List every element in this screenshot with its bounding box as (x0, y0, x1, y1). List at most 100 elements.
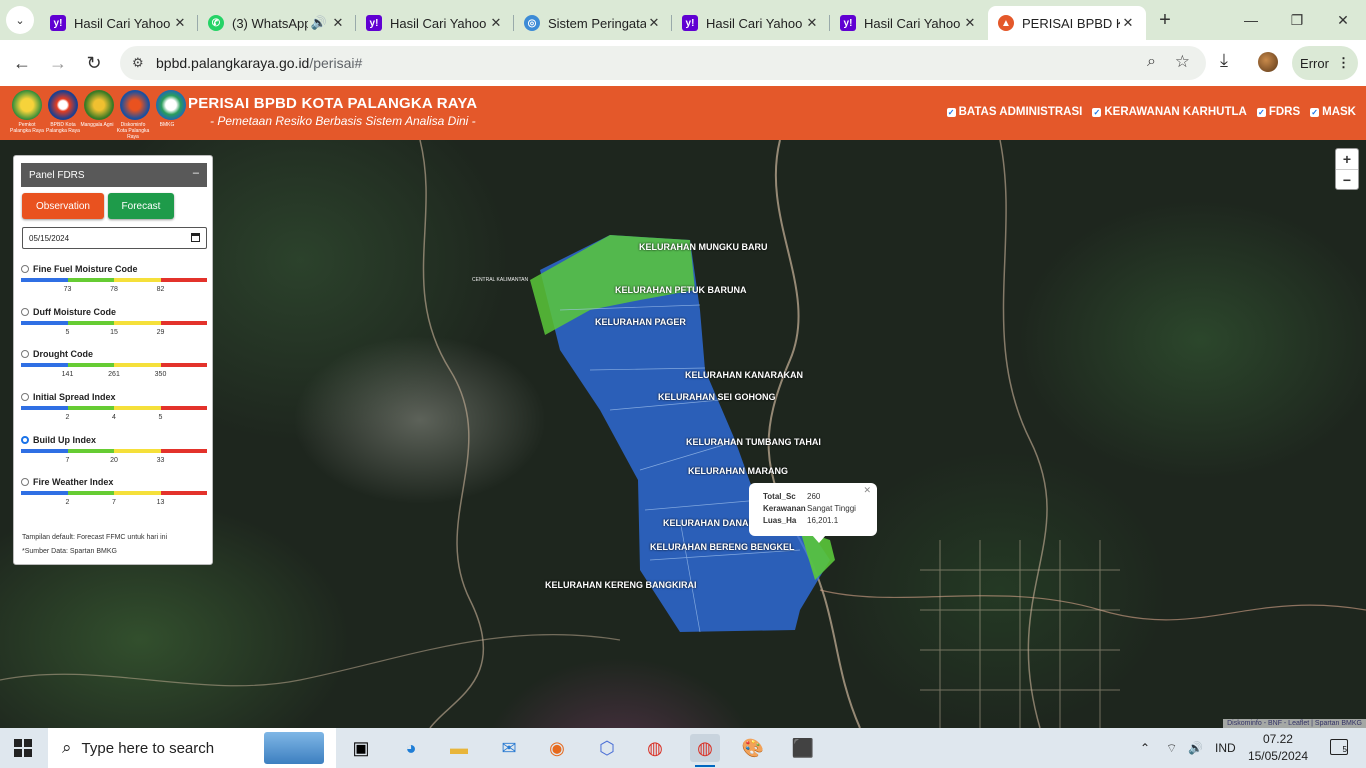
layer-toggle-batas[interactable]: ✓ BATAS ADMINISTRASI (946, 106, 1082, 118)
panel-header: Panel FDRS – (21, 163, 207, 187)
index-label: Drought Code (33, 349, 93, 359)
clock[interactable]: 07.22 15/05/2024 (1248, 731, 1308, 765)
bpbd-icon: ▲ (998, 15, 1014, 31)
notification-icon[interactable]: 5 (1330, 739, 1348, 755)
close-icon[interactable]: ✕ (804, 15, 820, 31)
radio-unselected[interactable] (21, 265, 29, 273)
reload-button[interactable]: ↻ (76, 45, 112, 81)
start-button[interactable] (0, 728, 46, 768)
close-icon[interactable]: ✕ (646, 15, 662, 31)
clock-time: 07.22 (1262, 732, 1293, 746)
index-isi[interactable]: Initial Spread Index 2 4 5 (21, 392, 207, 421)
index-ffmc[interactable]: Fine Fuel Moisture Code 73 78 82 (21, 264, 207, 293)
firefox-icon[interactable]: ◉ (542, 734, 572, 762)
new-tab-button[interactable]: + (1150, 9, 1180, 32)
yahoo-icon: y! (50, 15, 66, 31)
tab-search-button[interactable]: ⌄ (6, 6, 34, 34)
river-path (767, 140, 861, 728)
avatar[interactable] (1258, 52, 1278, 72)
tab-7-active[interactable]: ▲ PERISAI BPBD Ko ✕ (988, 6, 1146, 40)
close-icon[interactable]: ✕ (962, 15, 978, 31)
restore-button[interactable]: ❐ (1274, 0, 1320, 40)
panel-note: Tampilan default: Forecast FFMC untuk ha… (22, 534, 168, 541)
close-window-button[interactable]: ✕ (1320, 0, 1366, 40)
bookmark-star-icon[interactable]: ☆ (1175, 52, 1190, 72)
site-info-icon[interactable]: ⚙ (132, 55, 144, 71)
pdf-reader-icon[interactable]: ⬛ (788, 734, 818, 762)
logo-group (12, 90, 186, 120)
checkbox-checked-icon[interactable]: ✓ (1310, 107, 1320, 117)
mail-icon[interactable]: ✉ (494, 734, 524, 762)
address-bar[interactable]: ⚙ bpbd.palangkaraya.go.id/perisai# ⌕ ☆ (120, 46, 1206, 80)
task-view-icon[interactable]: ▣ (346, 734, 376, 762)
manggala-agni-logo (84, 90, 114, 120)
observation-button[interactable]: Observation (22, 193, 104, 219)
radio-unselected[interactable] (21, 478, 29, 486)
calendar-icon[interactable] (191, 233, 200, 242)
language-indicator[interactable]: IND (1215, 728, 1236, 768)
tab-3[interactable]: y! Hasil Cari Yahoo ✕ (356, 7, 514, 39)
close-icon[interactable]: ✕ (172, 15, 188, 31)
edge-icon[interactable]: ◕ (396, 734, 426, 762)
layer-toggle-kerawanan[interactable]: ✓ KERAWANAN KARHUTLA (1092, 106, 1247, 118)
tab-2[interactable]: ✆ (3) WhatsApp 🔊 ✕ (198, 7, 356, 39)
chrome-icon[interactable]: ◍ (640, 734, 670, 762)
file-explorer-icon[interactable]: ▬ (444, 734, 474, 762)
kelurahan-label: KELURAHAN MUNGKU BARU (639, 242, 768, 252)
chrome-active-icon[interactable]: ◍ (690, 734, 720, 767)
forecast-button[interactable]: Forecast (108, 193, 174, 219)
index-bui[interactable]: Build Up Index 7 20 33 (21, 435, 207, 464)
layer-toggle-mask[interactable]: ✓ MASK (1310, 106, 1356, 118)
popup-tip (812, 535, 826, 543)
forward-button[interactable]: → (40, 45, 76, 81)
volume-icon[interactable]: 🔊 (1188, 728, 1203, 768)
radio-selected[interactable] (21, 436, 29, 444)
index-dmc[interactable]: Duff Moisture Code 5 15 29 (21, 307, 207, 336)
popup-key: Total_Sc (763, 491, 796, 501)
paint-icon[interactable]: 🎨 (738, 734, 768, 762)
zoom-out-button[interactable]: − (1336, 169, 1358, 189)
tab-4[interactable]: ◎ Sistem Peringatan ✕ (514, 7, 672, 39)
close-icon[interactable]: ✕ (863, 485, 871, 496)
date-input[interactable]: 05/15/2024 (22, 227, 207, 249)
tab-5[interactable]: y! Hasil Cari Yahoo ✕ (672, 7, 830, 39)
more-menu-icon[interactable]: ⋮ (1337, 55, 1350, 71)
checkbox-checked-icon[interactable]: ✓ (946, 107, 956, 117)
pemkot-logo (12, 90, 42, 120)
minimize-button[interactable]: — (1228, 0, 1274, 40)
scale-tick: 5 (158, 414, 163, 421)
taskbar-search[interactable]: ⌕ Type here to search (48, 728, 336, 768)
panel-title: Panel FDRS (29, 169, 85, 181)
download-icon[interactable]: ⤓ (1220, 50, 1228, 71)
index-fwi[interactable]: Fire Weather Index 2 7 13 (21, 477, 207, 506)
close-icon[interactable]: ✕ (488, 15, 504, 31)
back-button[interactable]: ← (4, 45, 40, 81)
speaker-icon[interactable]: 🔊 (308, 15, 330, 31)
profile-error-button[interactable]: Error ⋮ (1292, 46, 1358, 80)
checkbox-checked-icon[interactable]: ✓ (1092, 107, 1102, 117)
map-zoom-control: + − (1335, 148, 1359, 190)
radio-unselected[interactable] (21, 350, 29, 358)
tab-title: Hasil Cari Yahoo (390, 15, 487, 31)
scale-tick: 13 (156, 499, 165, 506)
layer-toggle-fdrs[interactable]: ✓ FDRS (1256, 106, 1300, 118)
zoom-icon[interactable]: ⌕ (1147, 53, 1156, 71)
copilot-icon[interactable]: ⬡ (592, 734, 622, 762)
site-header: Pemkot Palangka Raya BPBD Kota Palangka … (0, 86, 1366, 140)
network-icon[interactable]: ⌔ (1166, 728, 1177, 768)
radio-unselected[interactable] (21, 393, 29, 401)
radio-unselected[interactable] (21, 308, 29, 316)
close-icon[interactable]: ✕ (330, 15, 346, 31)
popup-value: Sangat Tinggi (807, 503, 856, 513)
index-dc[interactable]: Drought Code 141 261 350 (21, 349, 207, 378)
popup-key: Luas_Ha (763, 515, 797, 525)
tab-1[interactable]: y! Hasil Cari Yahoo ✕ (40, 7, 198, 39)
panel-minimize-button[interactable]: – (193, 167, 199, 179)
zoom-in-button[interactable]: + (1336, 149, 1358, 169)
url-host: bpbd.palangkaraya.go.id (156, 55, 310, 71)
tray-chevron-icon[interactable]: ⌃ (1140, 728, 1150, 768)
tab-6[interactable]: y! Hasil Cari Yahoo ✕ (830, 7, 988, 39)
scale-tick: 73 (63, 286, 72, 293)
checkbox-checked-icon[interactable]: ✓ (1256, 107, 1266, 117)
close-icon[interactable]: ✕ (1120, 15, 1136, 31)
